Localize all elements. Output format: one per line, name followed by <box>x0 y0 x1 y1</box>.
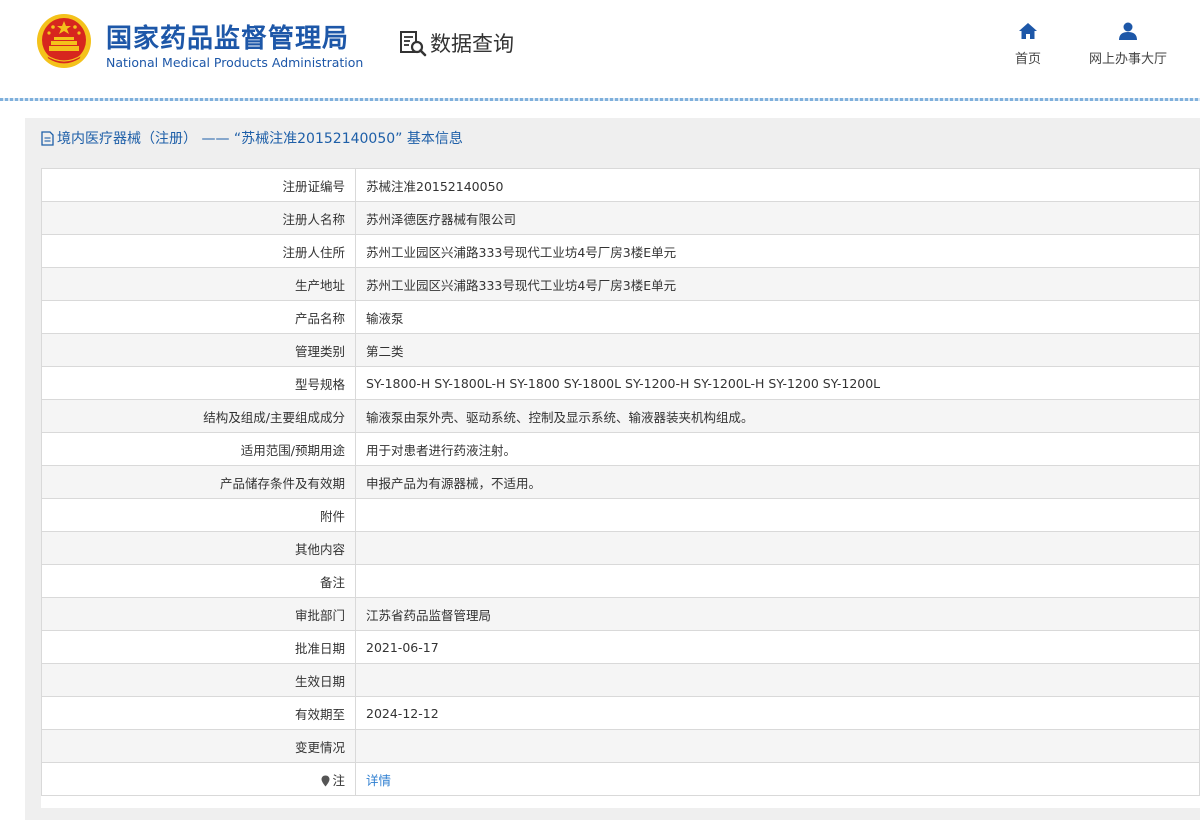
field-label: 适用范围/预期用途 <box>41 432 356 466</box>
table-row: 型号规格 SY-1800-H SY-1800L-H SY-1800 SY-1800… <box>41 366 1200 400</box>
table-row: 变更情况 <box>41 729 1200 763</box>
field-value: 2021-06-17 <box>355 630 1200 664</box>
field-label: 有效期至 <box>41 696 356 730</box>
home-icon <box>1019 23 1037 39</box>
field-value: 苏州工业园区兴浦路333号现代工业坊4号厂房3楼E单元 <box>355 267 1200 301</box>
table-row: 注册人住所 苏州工业园区兴浦路333号现代工业坊4号厂房3楼E单元 <box>41 234 1200 268</box>
field-label: 产品储存条件及有效期 <box>41 465 356 499</box>
field-value: 用于对患者进行药液注射。 <box>355 432 1200 466</box>
table-row: 生效日期 <box>41 663 1200 697</box>
table-row: 产品储存条件及有效期 申报产品为有源器械，不适用。 <box>41 465 1200 499</box>
note-value-cell: 详情 <box>355 762 1200 796</box>
query-title-text: 数据查询 <box>430 32 514 56</box>
table-row: 产品名称 输液泵 <box>41 300 1200 334</box>
field-value: 输液泵 <box>355 300 1200 334</box>
field-value: 输液泵由泵外壳、驱动系统、控制及显示系统、输液器装夹机构组成。 <box>355 399 1200 433</box>
brand-name-en: National Medical Products Administration <box>106 55 364 70</box>
table-row: 注册证编号 苏械注准20152140050 <box>41 168 1200 202</box>
field-value <box>355 531 1200 565</box>
search-document-icon <box>400 31 427 57</box>
pin-icon <box>321 775 330 786</box>
table-row: 批准日期 2021-06-17 <box>41 630 1200 664</box>
site-header: 国家药品监督管理局 National Medical Products Admi… <box>0 0 1200 98</box>
field-value <box>355 498 1200 532</box>
field-value: 江苏省药品监督管理局 <box>355 597 1200 631</box>
registration-info-table: 注册证编号 苏械注准20152140050 注册人名称 苏州泽德医疗器械有限公司 注册人… <box>41 168 1200 796</box>
field-value: 第二类 <box>355 333 1200 367</box>
info-table-container: 注册证编号 苏械注准20152140050 注册人名称 苏州泽德医疗器械有限公司 注册人… <box>41 168 1200 808</box>
field-label: 变更情况 <box>41 729 356 763</box>
table-row: 生产地址 苏州工业园区兴浦路333号现代工业坊4号厂房3楼E单元 <box>41 267 1200 301</box>
table-row: 结构及组成/主要组成成分 输液泵由泵外壳、驱动系统、控制及显示系统、输液器装夹机构… <box>41 399 1200 433</box>
field-label: 生效日期 <box>41 663 356 697</box>
table-row: 注册人名称 苏州泽德医疗器械有限公司 <box>41 201 1200 235</box>
note-label: 注 <box>332 772 345 788</box>
panel-title-text: 境内医疗器械（注册） —— “苏械注准20152140050” 基本信息 <box>57 131 463 147</box>
table-row: 其他内容 <box>41 531 1200 565</box>
field-label: 审批部门 <box>41 597 356 631</box>
field-value: SY-1800-H SY-1800L-H SY-1800 SY-1800L SY… <box>355 366 1200 400</box>
field-value: 苏州工业园区兴浦路333号现代工业坊4号厂房3楼E单元 <box>355 234 1200 268</box>
field-label: 批准日期 <box>41 630 356 664</box>
field-label: 结构及组成/主要组成成分 <box>41 399 356 433</box>
detail-panel: 境内医疗器械（注册） —— “苏械注准20152140050” 基本信息 注册证… <box>25 118 1200 820</box>
table-row: 备注 <box>41 564 1200 598</box>
nav-online-hall-link[interactable]: 网上办事大厅 <box>1080 22 1176 67</box>
data-query-title: 数据查询 <box>398 28 514 58</box>
nav-home-link[interactable]: 首页 <box>1010 22 1046 67</box>
table-row: 有效期至 2024-12-12 <box>41 696 1200 730</box>
field-label: 注册人名称 <box>41 201 356 235</box>
nav-online-hall-label: 网上办事大厅 <box>1088 52 1167 67</box>
field-value: 苏械注准20152140050 <box>355 168 1200 202</box>
field-value <box>355 663 1200 697</box>
table-row: 附件 <box>41 498 1200 532</box>
field-label: 其他内容 <box>41 531 356 565</box>
field-value: 申报产品为有源器械，不适用。 <box>355 465 1200 499</box>
field-value <box>355 729 1200 763</box>
field-value <box>355 564 1200 598</box>
national-emblem-icon <box>37 14 91 68</box>
note-label-cell: 注 <box>41 762 356 796</box>
field-label: 型号规格 <box>41 366 356 400</box>
field-value: 2024-12-12 <box>355 696 1200 730</box>
brand-name-cn: 国家药品监督管理局 <box>106 24 350 54</box>
nav-home-label: 首页 <box>1014 52 1041 67</box>
note-row: 注 详情 <box>41 762 1200 796</box>
document-icon <box>41 130 54 146</box>
details-link[interactable]: 详情 <box>366 773 391 788</box>
table-row: 管理类别 第二类 <box>41 333 1200 367</box>
field-label: 备注 <box>41 564 356 598</box>
panel-title: 境内医疗器械（注册） —— “苏械注准20152140050” 基本信息 <box>41 128 463 148</box>
field-label: 注册人住所 <box>41 234 356 268</box>
table-row: 审批部门 江苏省药品监督管理局 <box>41 597 1200 631</box>
field-value: 苏州泽德医疗器械有限公司 <box>355 201 1200 235</box>
field-label: 管理类别 <box>41 333 356 367</box>
user-icon <box>1119 22 1137 40</box>
field-label: 注册证编号 <box>41 168 356 202</box>
header-divider <box>0 98 1200 101</box>
field-label: 产品名称 <box>41 300 356 334</box>
field-label: 附件 <box>41 498 356 532</box>
table-row: 适用范围/预期用途 用于对患者进行药液注射。 <box>41 432 1200 466</box>
field-label: 生产地址 <box>41 267 356 301</box>
